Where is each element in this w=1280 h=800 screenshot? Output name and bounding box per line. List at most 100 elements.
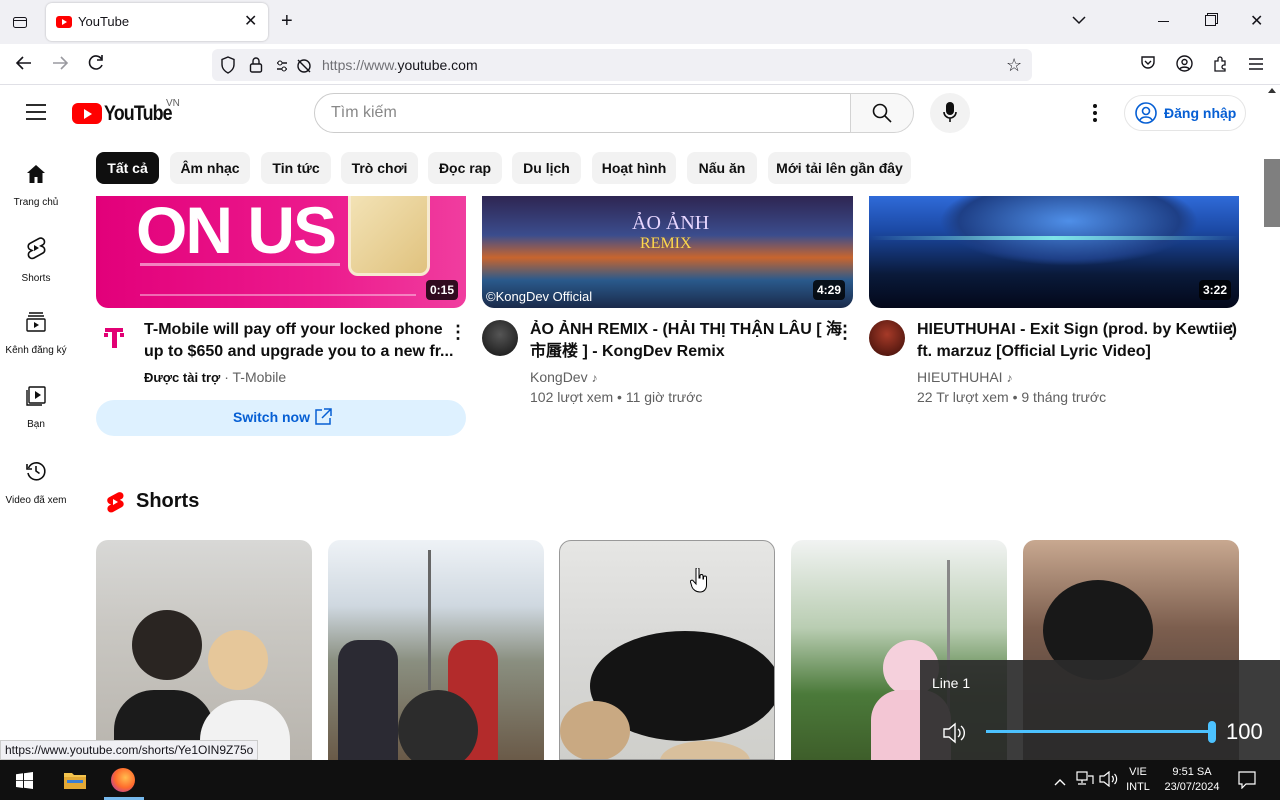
chip-rap[interactable]: Đọc rap — [428, 152, 502, 184]
chip-recently-uploaded[interactable]: Mới tải lên gần đây — [768, 152, 911, 184]
settings-more-icon[interactable] — [1092, 103, 1098, 128]
channel-avatar[interactable] — [869, 320, 905, 356]
clock-date: 23/07/2024 — [1164, 781, 1220, 793]
guide-label: Bạn — [27, 419, 45, 430]
firefox-icon[interactable] — [111, 768, 135, 792]
short-person — [208, 630, 268, 690]
short-thumbnail[interactable] — [96, 540, 312, 760]
chip-all[interactable]: Tất cả — [96, 152, 159, 184]
video-title[interactable]: ẢO ẢNH REMIX - (HẢI THỊ THẬN LÂU [ 海 市蜃楼… — [530, 319, 842, 363]
guide-item-you[interactable]: Bạn — [0, 382, 72, 456]
url-text[interactable]: https://www.youtube.com — [322, 57, 478, 73]
search-placeholder: Tìm kiếm — [331, 104, 397, 121]
video-thumbnail[interactable]: ẢO ẢNH REMIX ©KongDev Official 4:29 — [482, 196, 853, 308]
new-tab-icon[interactable]: + — [281, 10, 293, 33]
switch-now-button[interactable]: Switch now — [96, 400, 466, 436]
guide-item-shorts[interactable]: Shorts — [0, 234, 72, 308]
video-thumbnail[interactable]: 3:22 — [869, 196, 1239, 308]
short-thumbnail[interactable] — [559, 540, 775, 760]
windows-taskbar: VIE INTL 9:51 SA 23/07/2024 — [0, 760, 1280, 800]
guide-menu-icon[interactable] — [26, 104, 46, 125]
guide-label: Trang chủ — [13, 197, 59, 208]
channel-name[interactable]: KongDev — [530, 369, 588, 385]
volume-tray-icon[interactable] — [1099, 770, 1119, 792]
youtube-masthead: YouTube VN Tìm kiếm Đăng nhập — [0, 85, 1264, 141]
view-count: 22 Tr lượt xem — [917, 389, 1009, 405]
short-bowl — [660, 741, 750, 759]
more-actions-icon[interactable]: ⋮ — [1219, 320, 1243, 344]
volume-thumb[interactable] — [1208, 721, 1216, 743]
channel-name[interactable]: T-Mobile — [233, 369, 287, 385]
scroll-up-icon[interactable] — [1268, 88, 1276, 93]
language-code: VIE — [1129, 766, 1147, 778]
video-thumbnail[interactable]: ON US 0:15 — [96, 196, 466, 308]
list-all-tabs-icon[interactable] — [1072, 12, 1086, 30]
page-scrollbar[interactable] — [1264, 85, 1280, 760]
minimize-window-icon[interactable] — [1158, 21, 1169, 22]
short-thumbnail[interactable] — [328, 540, 544, 760]
tracking-protection-icon[interactable] — [220, 56, 236, 79]
channel-name[interactable]: HIEUTHUHAI — [917, 369, 1003, 385]
guide-item-subscriptions[interactable]: Kênh đăng ký — [0, 308, 72, 382]
sponsored-label: Được tài trợ — [144, 370, 221, 385]
video-title-line: T-Mobile will pay off your locked phone — [144, 321, 443, 338]
show-hidden-icons-icon[interactable] — [1054, 773, 1066, 791]
youtube-logo-text: YouTube — [104, 102, 173, 125]
search-button[interactable] — [850, 93, 914, 133]
voice-search-button[interactable] — [930, 93, 970, 133]
chip-animation[interactable]: Hoạt hình — [592, 152, 676, 184]
input-language[interactable]: VIE INTL — [1124, 765, 1152, 795]
ad-fine-print — [140, 294, 416, 296]
video-title[interactable]: T-Mobile will pay off your locked phone … — [144, 319, 453, 363]
url-domain: youtube.com — [397, 57, 478, 73]
close-tab-icon[interactable]: ✕ — [244, 11, 260, 31]
sign-in-button[interactable]: Đăng nhập — [1124, 95, 1246, 131]
volume-slider[interactable] — [986, 721, 1216, 743]
video-title[interactable]: HIEUTHUHAI - Exit Sign (prod. by Kewtiie… — [917, 319, 1237, 363]
speaker-icon[interactable] — [942, 722, 968, 749]
chip-music[interactable]: Âm nhạc — [170, 152, 250, 184]
extensions-icon[interactable] — [1212, 55, 1229, 77]
guide-label: Kênh đăng ký — [5, 345, 67, 356]
channel-avatar[interactable] — [482, 320, 518, 356]
tmobile-dot-icon — [120, 333, 124, 337]
guide-item-home[interactable]: Trang chủ — [0, 160, 72, 234]
short-person — [338, 640, 398, 760]
guide-item-history[interactable]: Video đã xem — [0, 456, 72, 530]
short-pole — [428, 550, 431, 690]
chip-news[interactable]: Tin tức — [261, 152, 331, 184]
chip-travel[interactable]: Du lịch — [512, 152, 581, 184]
scrollbar-thumb[interactable] — [1264, 159, 1280, 227]
close-window-icon[interactable]: ✕ — [1250, 11, 1263, 31]
upload-age: 11 giờ trước — [625, 389, 703, 405]
notifications-icon[interactable] — [1238, 771, 1256, 794]
account-icon[interactable] — [1176, 55, 1193, 77]
restore-window-icon[interactable] — [1205, 15, 1216, 26]
reload-icon[interactable] — [86, 53, 106, 78]
windows-start-icon[interactable] — [16, 772, 33, 794]
lock-icon[interactable] — [249, 56, 263, 79]
sign-in-label: Đăng nhập — [1164, 105, 1237, 121]
system-clock[interactable]: 9:51 SA 23/07/2024 — [1160, 765, 1224, 795]
search-input[interactable]: Tìm kiếm — [314, 93, 852, 133]
back-icon[interactable] — [14, 53, 34, 78]
more-actions-icon[interactable]: ⋮ — [833, 320, 857, 344]
bookmark-star-icon[interactable]: ☆ — [1006, 55, 1022, 76]
music-note-icon: ♪ — [1006, 371, 1013, 385]
upload-age: 9 tháng trước — [1021, 389, 1107, 405]
app-menu-icon[interactable] — [1249, 57, 1263, 75]
network-icon[interactable] — [1076, 771, 1094, 792]
more-actions-icon[interactable]: ⋮ — [446, 320, 470, 344]
permissions-icon[interactable] — [276, 58, 312, 79]
volume-flyout: Line 1 100 — [920, 660, 1280, 760]
youtube-favicon-play-icon — [62, 19, 67, 25]
duration-badge: 0:15 — [425, 280, 458, 300]
file-explorer-icon[interactable] — [63, 770, 87, 795]
chip-cooking[interactable]: Nấu ăn — [687, 152, 757, 184]
search-icon — [872, 103, 892, 128]
tab-list-icon[interactable] — [8, 10, 32, 34]
chip-games[interactable]: Trò chơi — [341, 152, 418, 184]
tab-youtube[interactable]: YouTube ✕ — [46, 3, 268, 41]
url-bar[interactable]: https://www.youtube.com ☆ — [212, 49, 1032, 81]
pocket-icon[interactable] — [1140, 55, 1156, 76]
